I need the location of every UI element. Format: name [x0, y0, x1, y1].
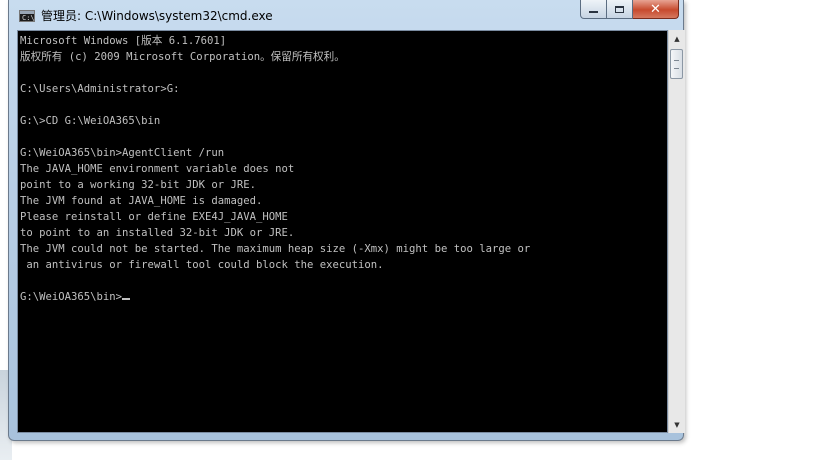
- window-controls: ✕: [580, 0, 679, 20]
- maximize-button[interactable]: [607, 0, 633, 19]
- chevron-up-icon: ▲: [674, 34, 680, 43]
- console-text: Microsoft Windows [版本 6.1.7601] 版权所有 (c)…: [18, 31, 667, 305]
- console-line: C:\Users\Administrator>G:: [20, 83, 180, 95]
- text-cursor: [122, 298, 131, 300]
- console-line: G:\WeiOA365\bin>: [20, 291, 123, 303]
- minimize-button[interactable]: [580, 0, 607, 19]
- close-button[interactable]: ✕: [633, 0, 679, 19]
- console-line: The JAVA_HOME environment variable does …: [20, 163, 295, 175]
- console-line: 版权所有 (c) 2009 Microsoft Corporation。保留所有…: [20, 51, 345, 63]
- scroll-down-button[interactable]: ▼: [669, 416, 685, 433]
- close-icon: ✕: [650, 1, 661, 17]
- console-line: Please reinstall or define EXE4J_JAVA_HO…: [20, 211, 288, 223]
- title-bar[interactable]: C:\ 管理员: C:\Windows\system32\cmd.exe ✕: [9, 0, 683, 30]
- console-line: point to a working 32-bit JDK or JRE.: [20, 179, 256, 191]
- scroll-thumb[interactable]: [670, 49, 683, 79]
- window-title: 管理员: C:\Windows\system32\cmd.exe: [41, 9, 273, 23]
- chevron-down-icon: ▼: [674, 420, 680, 429]
- console-line: Microsoft Windows [版本 6.1.7601]: [20, 35, 227, 47]
- cmd-window: C:\ 管理员: C:\Windows\system32\cmd.exe ✕ M…: [8, 0, 685, 441]
- minimize-icon: [589, 11, 598, 13]
- vertical-scrollbar[interactable]: ▲ ▼: [668, 30, 685, 433]
- maximize-icon: [615, 5, 624, 13]
- console-line: G:\>CD G:\WeiOA365\bin: [20, 115, 161, 127]
- scroll-up-button[interactable]: ▲: [669, 30, 685, 47]
- console-line: to point to an installed 32-bit JDK or J…: [20, 227, 295, 239]
- console-line: The JVM could not be started. The maximu…: [20, 243, 531, 255]
- console-line: G:\WeiOA365\bin>AgentClient /run: [20, 147, 225, 159]
- console-line: The JVM found at JAVA_HOME is damaged.: [20, 195, 263, 207]
- console-line: an antivirus or firewall tool could bloc…: [20, 259, 384, 271]
- console-output[interactable]: Microsoft Windows [版本 6.1.7601] 版权所有 (c)…: [17, 30, 668, 433]
- cmd-icon[interactable]: C:\: [19, 10, 35, 22]
